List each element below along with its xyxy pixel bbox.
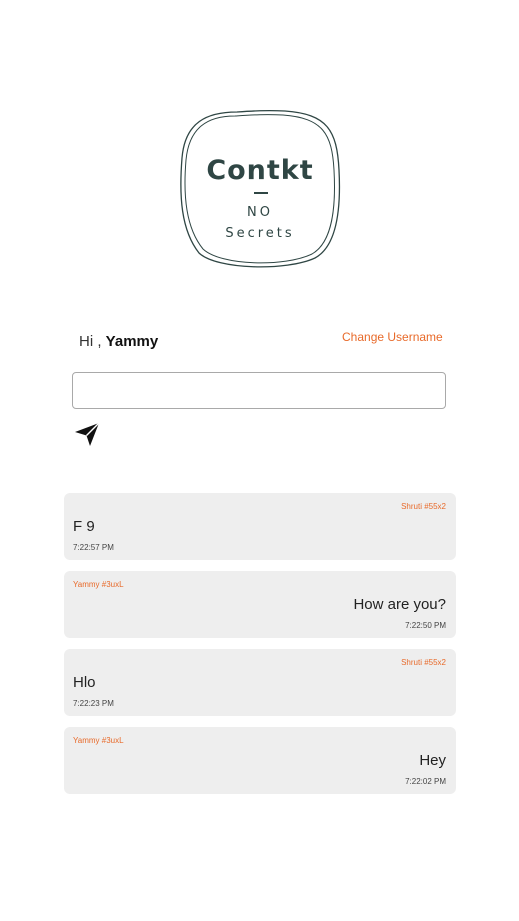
send-button[interactable] xyxy=(74,421,100,447)
message-text: Hlo xyxy=(73,674,96,691)
message-sender: Yammy #3uxL xyxy=(73,736,124,745)
message-sender: Shruti #55x2 xyxy=(401,502,446,511)
message-time: 7:22:50 PM xyxy=(405,621,446,630)
message-sender: Yammy #3uxL xyxy=(73,580,124,589)
message-text: F 9 xyxy=(73,518,95,535)
message-text: How are you? xyxy=(353,596,446,613)
message-time: 7:22:23 PM xyxy=(73,699,114,708)
message-list: Shruti #55x2 F 9 7:22:57 PM Yammy #3uxL … xyxy=(64,493,456,805)
message-sender: Shruti #55x2 xyxy=(401,658,446,667)
message-text: Hey xyxy=(419,752,446,769)
greeting-prefix: Hi , xyxy=(79,333,102,350)
message-time: 7:22:02 PM xyxy=(405,777,446,786)
logo-dash xyxy=(254,192,268,194)
logo-line2: Secrets xyxy=(225,226,295,241)
message-input[interactable] xyxy=(72,372,446,409)
message-item: Shruti #55x2 Hlo 7:22:23 PM xyxy=(64,649,456,716)
change-username-link[interactable]: Change Username xyxy=(342,330,443,344)
message-item: Yammy #3uxL How are you? 7:22:50 PM xyxy=(64,571,456,638)
send-icon xyxy=(75,422,100,446)
app-logo: Contkt NO Secrets xyxy=(177,108,343,272)
logo-title: Contkt xyxy=(206,155,314,186)
greeting: Hi , Yammy xyxy=(79,333,158,350)
message-time: 7:22:57 PM xyxy=(73,543,114,552)
message-item: Yammy #3uxL Hey 7:22:02 PM xyxy=(64,727,456,794)
greeting-username: Yammy xyxy=(105,333,159,350)
logo-line1: NO xyxy=(247,205,273,220)
logo-frame xyxy=(180,109,341,268)
message-item: Shruti #55x2 F 9 7:22:57 PM xyxy=(64,493,456,560)
